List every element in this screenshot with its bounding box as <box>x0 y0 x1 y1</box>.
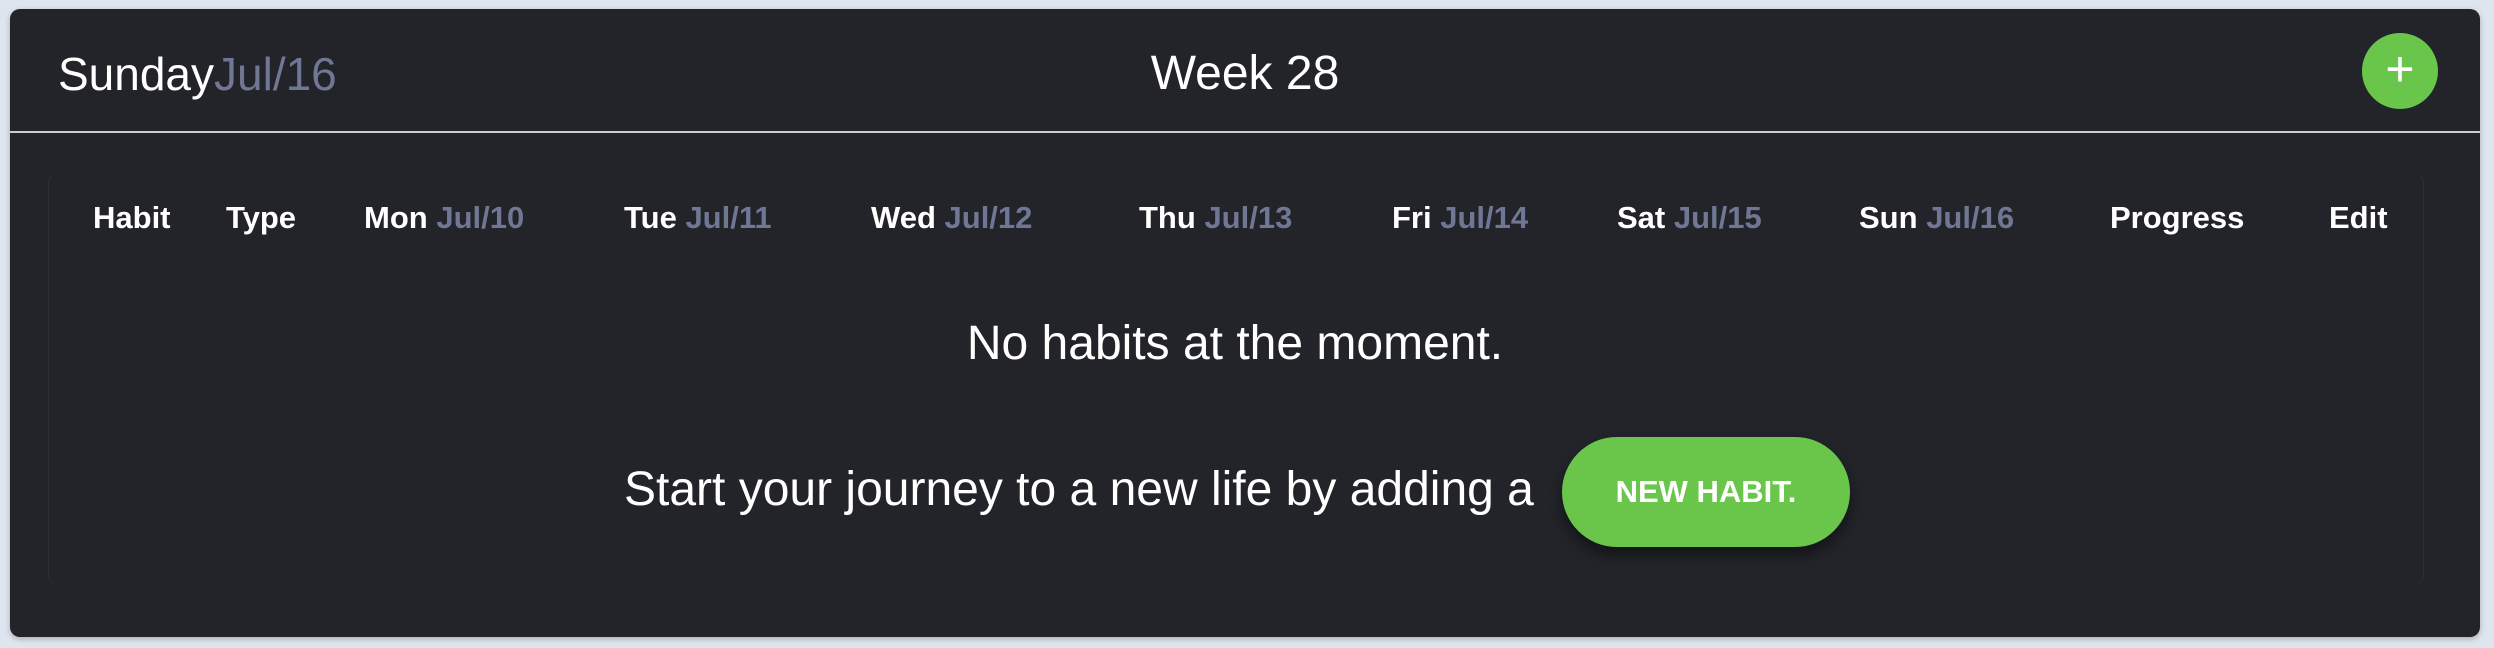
column-label: Type <box>226 200 297 235</box>
column-label: Mon <box>364 200 428 235</box>
column-date: Jul/15 <box>1673 200 1762 235</box>
header: SundayJul/16 Week 28 + <box>10 9 2480 133</box>
plus-icon: + <box>2385 41 2415 97</box>
column-header-thu: Thu Jul/13 <box>1139 198 1292 238</box>
column-label: Wed <box>871 200 936 235</box>
empty-state-message: Start your journey to a new life by addi… <box>624 463 1534 516</box>
column-header-tue: Tue Jul/11 <box>624 198 772 238</box>
column-label: Fri <box>1392 200 1432 235</box>
column-date: Jul/10 <box>436 200 525 235</box>
column-header-edit: Edit <box>2329 198 2388 238</box>
column-date: Jul/16 <box>1926 200 2015 235</box>
add-habit-button[interactable]: + <box>2362 33 2438 109</box>
column-header-type: Type <box>226 198 296 238</box>
column-label: Edit <box>2329 200 2388 235</box>
column-header-sun: Sun Jul/16 <box>1859 198 2014 238</box>
column-header-wed: Wed Jul/12 <box>871 198 1032 238</box>
column-date: Jul/12 <box>944 200 1033 235</box>
empty-state-title: No habits at the moment. <box>966 317 1504 370</box>
new-habit-button[interactable]: NEW HABIT. <box>1562 437 1850 547</box>
column-header-mon: Mon Jul/10 <box>364 198 524 238</box>
column-header-habit: Habit <box>93 198 171 238</box>
column-label: Tue <box>624 200 677 235</box>
column-header-fri: Fri Jul/14 <box>1392 198 1528 238</box>
column-date: Jul/14 <box>1440 200 1529 235</box>
column-date: Jul/13 <box>1204 200 1293 235</box>
column-label: Sat <box>1617 200 1666 235</box>
column-date: Jul/11 <box>685 200 772 235</box>
column-label: Progress <box>2110 200 2245 235</box>
column-label: Sun <box>1859 200 1918 235</box>
column-label: Thu <box>1139 200 1196 235</box>
column-label: Habit <box>93 200 171 235</box>
column-header-sat: Sat Jul/15 <box>1617 198 1762 238</box>
column-header-progress: Progress <box>2110 198 2244 238</box>
week-title: Week 28 <box>1150 47 1340 100</box>
